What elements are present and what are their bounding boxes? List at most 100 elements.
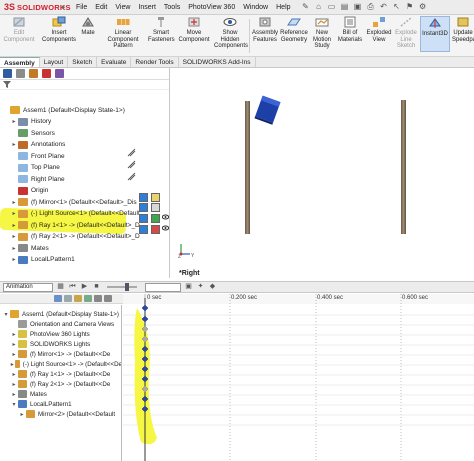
calculate-icon[interactable]: ▦ — [56, 283, 65, 291]
explode-line-sketch-button[interactable]: Explode Line Sketch — [394, 16, 418, 50]
insert-components-button[interactable]: Insert Components — [42, 16, 76, 43]
tree-item[interactable]: ▸ (f) Ray 1<1> -> (Default<<De — [0, 369, 121, 379]
expand-chevron-icon[interactable]: ▸ — [10, 118, 18, 125]
suppress-icon[interactable] — [127, 148, 136, 157]
light-source-cube[interactable] — [254, 95, 281, 125]
expand-chevron-icon[interactable]: ▸ — [18, 411, 26, 418]
tree-item[interactable]: Assem1 (Default<Display State-1>) — [0, 105, 170, 115]
mirror-rod-left[interactable] — [245, 101, 250, 234]
menu-view[interactable]: View — [111, 4, 134, 11]
tree-item[interactable]: ▸ History — [0, 117, 170, 127]
expand-chevron-icon[interactable]: ▸ — [10, 141, 18, 148]
tab-sketch[interactable]: Sketch — [68, 57, 98, 67]
expand-chevron-icon[interactable]: ▸ — [10, 391, 18, 398]
suppress-icon[interactable] — [127, 160, 136, 169]
filter-animated-icon[interactable] — [54, 295, 62, 302]
expand-chevron-icon[interactable]: ▸ — [10, 351, 18, 358]
study-type-select[interactable]: Animation — [3, 282, 53, 292]
tree-item[interactable]: ▸ SOLIDWORKS Lights — [0, 339, 121, 349]
zoom-timeline-icon[interactable] — [94, 295, 102, 302]
expand-chevron-icon[interactable]: ▸ — [10, 341, 18, 348]
dimxpert-tab-icon[interactable] — [42, 69, 51, 78]
tab-layout[interactable]: Layout — [40, 57, 69, 67]
tree-item[interactable]: ▸ Mates — [0, 389, 121, 399]
rebuild-icon[interactable]: ⚑ — [405, 2, 415, 12]
linear-component-pattern-button[interactable]: Linear Component Pattern — [100, 16, 146, 50]
tree-item[interactable]: ▾ LocalLPattern1 — [0, 399, 121, 409]
expand-chevron-icon[interactable]: ▾ — [2, 311, 10, 318]
tree-item[interactable]: ▸ LocalLPattern1 — [0, 255, 170, 265]
appearance-icon[interactable] — [139, 225, 148, 234]
tree-item[interactable]: ▸ (f) Ray 2<1> -> (Default<<De — [0, 379, 121, 389]
pin-icon[interactable]: ✎ — [301, 2, 311, 12]
tree-item[interactable]: Orientation and Camera Views — [0, 319, 121, 329]
edit-component-button[interactable]: Edit Component — [2, 16, 36, 43]
appearance-icon[interactable] — [151, 203, 160, 212]
tree-item[interactable]: ▸ Annotations — [0, 140, 170, 150]
timeline-area[interactable]: 0 sec 0.200 sec 0.400 sec 0.600 sec — [123, 294, 474, 461]
rewind-icon[interactable]: ⏮ — [68, 283, 77, 291]
tree-item[interactable]: ▸ PhotoView 360 Lights — [0, 329, 121, 339]
expand-chevron-icon[interactable]: ▾ — [10, 401, 18, 408]
tree-item[interactable]: Right Plane — [0, 174, 170, 184]
configuration-tab-icon[interactable] — [29, 69, 38, 78]
expand-chevron-icon[interactable]: ▸ — [10, 361, 15, 368]
update-speedpak-button[interactable]: Update Speedpak — [452, 16, 474, 43]
menu-help[interactable]: Help — [272, 4, 294, 11]
tab-evaluate[interactable]: Evaluate — [97, 57, 132, 67]
save-icon[interactable]: ▣ — [353, 2, 363, 12]
instant3d-button[interactable]: Instant3D — [420, 16, 450, 52]
tree-item[interactable]: ▸ (-) Light Source<1> -> (Default<<De — [0, 359, 121, 369]
menu-tools[interactable]: Tools — [160, 4, 184, 11]
graphics-viewport[interactable]: Z Y *Right — [171, 68, 474, 278]
menu-photoview[interactable]: PhotoView 360 — [184, 4, 239, 11]
appearance-icon[interactable] — [151, 225, 160, 234]
menu-chevron-icon[interactable]: ▸ — [62, 3, 72, 11]
expand-chevron-icon[interactable]: ▸ — [10, 233, 18, 240]
select-icon[interactable]: ↖ — [392, 2, 402, 12]
exploded-view-button[interactable]: Exploded View — [366, 16, 392, 43]
tab-add-ins[interactable]: SOLIDWORKS Add-Ins — [179, 57, 256, 67]
menu-edit[interactable]: Edit — [91, 4, 111, 11]
expand-chevron-icon[interactable]: ▸ — [10, 256, 18, 263]
tree-item[interactable]: ▸ (f) Mirror<1> -> (Default<<De — [0, 349, 121, 359]
expand-chevron-icon[interactable]: ▸ — [10, 371, 18, 378]
tab-render-tools[interactable]: Render Tools — [131, 57, 179, 67]
expand-chevron-icon[interactable]: ▸ — [10, 210, 18, 217]
expand-chevron-icon[interactable]: ▸ — [10, 381, 18, 388]
tree-item[interactable]: ▸ Mates — [0, 243, 170, 253]
menu-insert[interactable]: Insert — [134, 4, 160, 11]
home-icon[interactable]: ⌂ — [314, 2, 324, 12]
expand-chevron-icon[interactable]: ▸ — [10, 245, 18, 252]
tree-item[interactable]: ▸ Mirror<2> (Default<<Default — [0, 409, 121, 419]
zoom-fit-icon[interactable] — [104, 295, 112, 302]
appearance-icon[interactable] — [139, 203, 148, 212]
print-icon[interactable]: ⎙ — [366, 2, 376, 12]
suppress-icon[interactable] — [127, 172, 136, 181]
open-icon[interactable]: ▤ — [340, 2, 350, 12]
display-manager-tab-icon[interactable] — [55, 69, 64, 78]
expand-chevron-icon[interactable]: ▸ — [10, 222, 18, 229]
feature-tree-tab-icon[interactable] — [3, 69, 12, 78]
autokey-icon[interactable]: ◆ — [208, 283, 217, 291]
filter-icon[interactable] — [3, 81, 11, 88]
mirror-rod-right[interactable] — [401, 100, 406, 234]
menu-window[interactable]: Window — [239, 4, 272, 11]
stop-icon[interactable]: ■ — [92, 283, 101, 291]
tree-item[interactable]: ▾ Assem1 (Default<Display State-1>) — [0, 309, 121, 319]
bill-of-materials-button[interactable]: Bill of Materials — [336, 16, 364, 43]
move-component-button[interactable]: Move Component — [178, 16, 210, 43]
expand-chevron-icon[interactable]: ▸ — [10, 199, 18, 206]
tree-item[interactable]: Front Plane — [0, 151, 170, 161]
undo-icon[interactable]: ↶ — [379, 2, 389, 12]
expand-chevron-icon[interactable]: ▸ — [10, 331, 18, 338]
tree-item[interactable]: Sensors — [0, 128, 170, 138]
mate-button[interactable]: Mate — [78, 16, 98, 37]
solidworks-logo[interactable]: 3S SOLIDWORKS — [0, 0, 70, 15]
animation-wizard-icon[interactable]: ✦ — [196, 283, 205, 291]
appearance-icon[interactable] — [151, 193, 160, 202]
filter-driving-icon[interactable] — [64, 295, 72, 302]
tab-assembly[interactable]: Assembly — [0, 57, 40, 67]
eye-icon[interactable] — [162, 225, 169, 231]
menu-file[interactable]: File — [72, 4, 91, 11]
